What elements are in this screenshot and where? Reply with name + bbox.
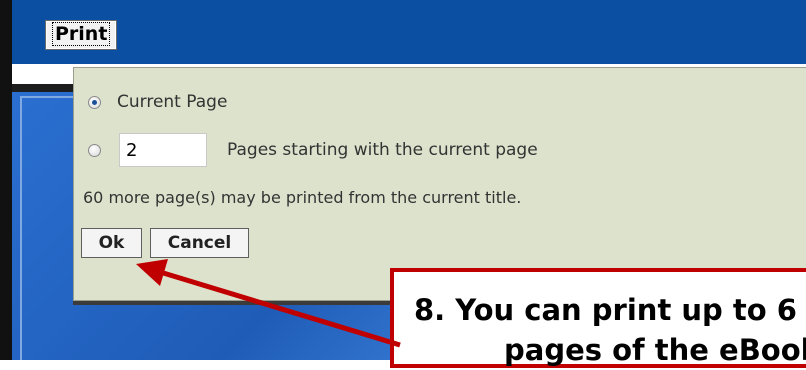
red-arrow-icon <box>136 259 401 348</box>
